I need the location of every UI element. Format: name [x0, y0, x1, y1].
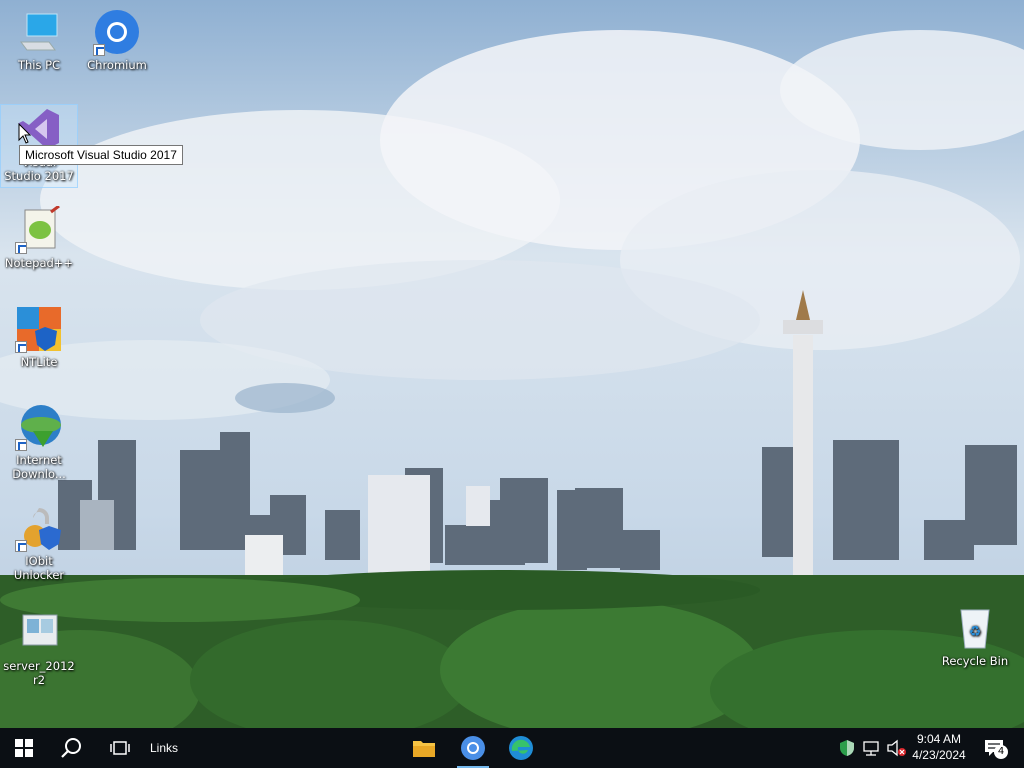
mouse-cursor-icon — [18, 123, 32, 144]
search-icon — [61, 738, 81, 758]
windows-logo-icon — [15, 739, 33, 757]
notification-count-badge: 4 — [994, 745, 1008, 759]
shortcut-arrow-icon — [15, 439, 27, 451]
start-button[interactable] — [0, 728, 48, 768]
virtual-machine-icon — [15, 609, 63, 657]
svg-text:♻: ♻ — [969, 624, 982, 640]
shortcut-arrow-icon — [15, 242, 27, 254]
taskbar-edge[interactable] — [497, 728, 545, 768]
desktop-icon-internet-download-manager[interactable]: Internet Downlo... — [1, 403, 77, 481]
security-shield-icon[interactable] — [838, 739, 856, 757]
tooltip: Microsoft Visual Studio 2017 — [19, 145, 183, 165]
desktop-icon-notepad-plus-plus[interactable]: Notepad++ — [1, 204, 77, 270]
desktop-icon-label: This PC — [17, 58, 61, 72]
ntlite-icon — [15, 305, 63, 353]
search-button[interactable] — [48, 728, 96, 768]
taskbar-chromium[interactable] — [449, 728, 497, 768]
desktop-icon-label: Chromium — [87, 58, 147, 72]
edge-icon — [509, 736, 533, 760]
chromium-icon — [461, 736, 485, 760]
desktop-wallpaper — [0, 0, 1024, 728]
task-view-button[interactable] — [96, 728, 144, 768]
taskbar: Links 9:04 AM 4/23/2024 — [0, 728, 1024, 768]
recycle-bin-icon: ♻ — [951, 604, 999, 652]
desktop-icon-label: NTLite — [20, 355, 58, 369]
shortcut-arrow-icon — [15, 540, 27, 552]
iobit-unlocker-icon — [15, 504, 63, 552]
desktop-icon-iobit-unlocker[interactable]: IObit Unlocker — [1, 504, 77, 582]
notepad-plus-plus-icon — [15, 204, 63, 254]
desktop-icon-label: IObit Unlocker — [13, 554, 65, 582]
desktop-icon-label: Internet Downlo... — [12, 453, 66, 481]
desktop-icon-label: Notepad++ — [4, 256, 74, 270]
folder-icon — [413, 741, 435, 757]
chromium-icon — [93, 8, 141, 56]
desktop-icon-chromium[interactable]: Chromium — [79, 8, 155, 72]
computer-icon — [15, 8, 63, 56]
shortcut-arrow-icon — [15, 341, 27, 353]
internet-download-manager-icon — [15, 403, 63, 451]
wallpaper-image — [0, 0, 1024, 728]
desktop-icon-recycle-bin[interactable]: ♻ Recycle Bin — [937, 604, 1013, 668]
taskbar-file-explorer[interactable] — [400, 728, 448, 768]
shortcut-arrow-icon — [93, 44, 105, 56]
clock-time: 9:04 AM — [916, 732, 962, 746]
task-view-icon — [110, 741, 130, 755]
volume-muted-icon[interactable] — [886, 739, 906, 757]
desktop-icon-server-2012r2[interactable]: server_2012r2 — [1, 609, 77, 687]
desktop-icon-ntlite[interactable]: NTLite — [1, 305, 77, 369]
clock-date: 4/23/2024 — [912, 748, 966, 762]
desktop-icon-label: Recycle Bin — [941, 654, 1009, 668]
network-icon[interactable] — [862, 739, 880, 757]
desktop-icon-this-pc[interactable]: This PC — [1, 8, 77, 72]
links-toolbar[interactable]: Links — [144, 728, 184, 768]
desktop-icon-label: server_2012r2 — [3, 659, 75, 687]
taskbar-clock[interactable]: 9:04 AM 4/23/2024 — [906, 731, 972, 763]
system-tray — [838, 728, 906, 768]
